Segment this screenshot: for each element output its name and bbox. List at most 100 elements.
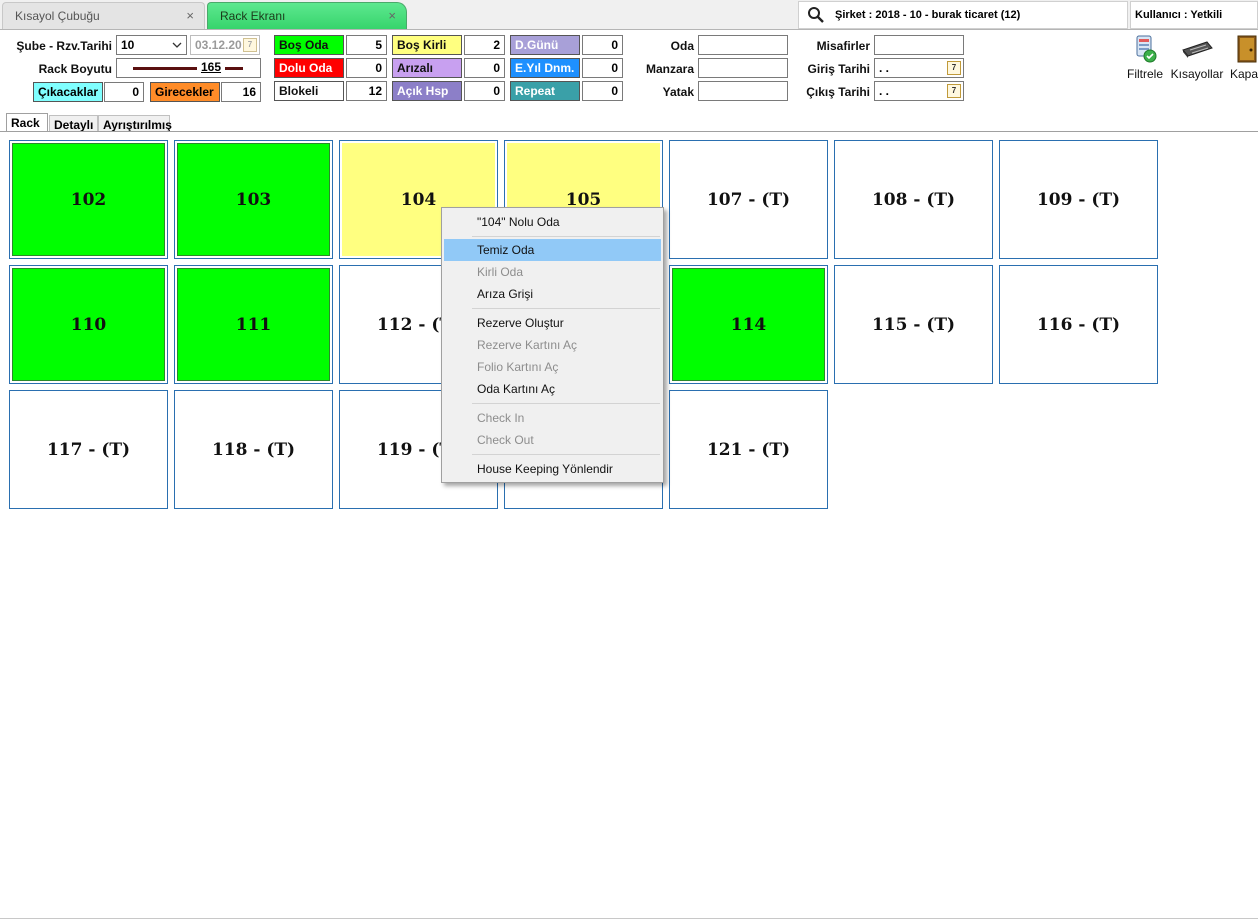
reservation-date-value: 03.12.20 bbox=[195, 38, 242, 52]
menu-item: Folio Kartını Aç bbox=[477, 360, 559, 374]
close-icon[interactable]: × bbox=[186, 8, 194, 23]
status-badge: Boş Kirli bbox=[392, 35, 462, 55]
status-badge: Boş Oda bbox=[274, 35, 344, 55]
checkin-date-field[interactable]: . . 7 bbox=[874, 58, 964, 78]
menu-item[interactable]: Oda Kartını Aç bbox=[444, 378, 661, 400]
checkout-date-label: Çıkış Tarihi bbox=[806, 85, 870, 99]
status-count: 2 bbox=[464, 35, 505, 55]
menu-item[interactable]: Arıza Grişi bbox=[444, 283, 661, 305]
close-icon[interactable]: × bbox=[388, 8, 396, 23]
menu-title: "104" Nolu Oda bbox=[477, 215, 560, 229]
room-card[interactable]: 116 - (T) bbox=[999, 265, 1158, 384]
room-number: 118 - (T) bbox=[211, 439, 296, 460]
room-context-menu: "104" Nolu Oda Temiz Oda Kirli Oda Arıza Gr… bbox=[441, 207, 664, 483]
tab-detailed[interactable]: Detaylı bbox=[49, 115, 98, 132]
room-number: 109 - (T) bbox=[1036, 189, 1121, 210]
company-text: Şirket : 2018 - 10 - burak ticaret (12) bbox=[835, 9, 1021, 21]
room-card[interactable]: 114 bbox=[669, 265, 828, 384]
view-search-input[interactable] bbox=[698, 58, 788, 78]
tab-rack-screen[interactable]: Rack Ekranı × bbox=[207, 2, 407, 29]
menu-separator bbox=[472, 308, 660, 309]
chevron-down-icon bbox=[172, 42, 182, 48]
guests-input[interactable] bbox=[874, 35, 964, 55]
slider-value: 165 bbox=[197, 60, 225, 76]
room-card[interactable]: 110 bbox=[9, 265, 168, 384]
branch-select[interactable]: 10 bbox=[116, 35, 187, 55]
reservation-date-field[interactable]: 03.12.20 7 bbox=[190, 35, 260, 55]
status-badge: Dolu Oda bbox=[274, 58, 344, 78]
room-card[interactable]: 108 - (T) bbox=[834, 140, 993, 259]
room-card[interactable]: 109 - (T) bbox=[999, 140, 1158, 259]
bed-search-input[interactable] bbox=[698, 81, 788, 101]
room-card[interactable]: 103 bbox=[174, 140, 333, 259]
room-card[interactable]: 102 bbox=[9, 140, 168, 259]
departures-label: Çıkacaklar bbox=[33, 82, 103, 102]
room-number: 115 - (T) bbox=[871, 314, 956, 335]
status-count: 12 bbox=[346, 81, 387, 101]
tab-shortcut-label: Kısayol Çubuğu bbox=[15, 9, 100, 23]
menu-item: Check In bbox=[477, 411, 525, 425]
room-number: 107 - (T) bbox=[706, 189, 791, 210]
tab-rack[interactable]: Rack bbox=[6, 113, 48, 132]
menu-separator bbox=[472, 403, 660, 404]
checkout-date-field[interactable]: . . 7 bbox=[874, 81, 964, 101]
menu-separator bbox=[472, 236, 660, 237]
status-count: 0 bbox=[464, 58, 505, 78]
room-number: 102 bbox=[12, 143, 165, 256]
rack-size-slider[interactable]: 165 bbox=[116, 58, 261, 78]
status-badge: Blokeli bbox=[274, 81, 344, 101]
room-number: 117 - (T) bbox=[46, 439, 131, 460]
menu-item[interactable]: House Keeping Yönlendir bbox=[444, 458, 661, 480]
calendar-icon[interactable]: 7 bbox=[243, 38, 257, 52]
status-badge: D.Günü bbox=[510, 35, 580, 55]
close-screen-button[interactable]: Kapat bbox=[1230, 34, 1258, 81]
menu-item[interactable]: Temiz Oda bbox=[444, 239, 661, 261]
search-icon[interactable] bbox=[807, 6, 825, 24]
checkout-date-value: . . bbox=[879, 84, 890, 98]
calendar-icon[interactable]: 7 bbox=[947, 84, 961, 98]
status-count: 0 bbox=[464, 81, 505, 101]
room-label: Oda bbox=[670, 39, 694, 53]
room-card[interactable]: 111 bbox=[174, 265, 333, 384]
keyboard-icon bbox=[1182, 41, 1213, 58]
status-count: 5 bbox=[346, 35, 387, 55]
filter-icon bbox=[1136, 35, 1157, 63]
company-info: Şirket : 2018 - 10 - burak ticaret (12) bbox=[798, 1, 1128, 29]
menu-separator bbox=[472, 454, 660, 455]
room-card[interactable]: 117 - (T) bbox=[9, 390, 168, 509]
arrivals-label: Girecekler bbox=[150, 82, 220, 102]
shortcuts-button[interactable]: Kısayollar bbox=[1170, 34, 1224, 81]
status-badge: E.Yıl Dnm. bbox=[510, 58, 580, 78]
shortcuts-label: Kısayollar bbox=[1170, 67, 1224, 81]
branch-date-label: Şube - Rzv.Tarihi bbox=[16, 39, 112, 53]
room-card[interactable]: 107 - (T) bbox=[669, 140, 828, 259]
bed-label: Yatak bbox=[662, 85, 694, 99]
room-number: 111 bbox=[177, 268, 330, 381]
tab-rack-label: Rack Ekranı bbox=[220, 9, 286, 23]
tab-separated[interactable]: Ayrıştırılmış bbox=[98, 115, 172, 132]
tab-shortcut-bar[interactable]: Kısayol Çubuğu × bbox=[2, 2, 205, 29]
status-badge: Açık Hsp bbox=[392, 81, 462, 101]
menu-item[interactable]: Rezerve Oluştur bbox=[444, 312, 661, 334]
room-card[interactable]: 115 - (T) bbox=[834, 265, 993, 384]
arrivals-count: 16 bbox=[221, 82, 261, 102]
room-card[interactable]: 121 - (T) bbox=[669, 390, 828, 509]
room-search-input[interactable] bbox=[698, 35, 788, 55]
slider-track bbox=[133, 67, 243, 70]
room-number: 110 bbox=[12, 268, 165, 381]
room-number: 103 bbox=[177, 143, 330, 256]
door-exit-icon bbox=[1237, 35, 1257, 63]
checkin-date-label: Giriş Tarihi bbox=[807, 62, 870, 76]
checkin-date-value: . . bbox=[879, 61, 890, 75]
room-number: 121 - (T) bbox=[706, 439, 791, 460]
calendar-icon[interactable]: 7 bbox=[947, 61, 961, 75]
status-badge: Repeat bbox=[510, 81, 580, 101]
filter-label: Filtrele bbox=[1126, 67, 1163, 81]
user-info: Kullanıcı : Yetkili bbox=[1130, 1, 1258, 29]
view-label: Manzara bbox=[645, 62, 694, 76]
filter-button[interactable]: Filtrele bbox=[1124, 34, 1166, 81]
close-screen-label: Kapat bbox=[1230, 67, 1258, 81]
status-count: 0 bbox=[582, 81, 623, 101]
departures-count: 0 bbox=[104, 82, 144, 102]
room-card[interactable]: 118 - (T) bbox=[174, 390, 333, 509]
